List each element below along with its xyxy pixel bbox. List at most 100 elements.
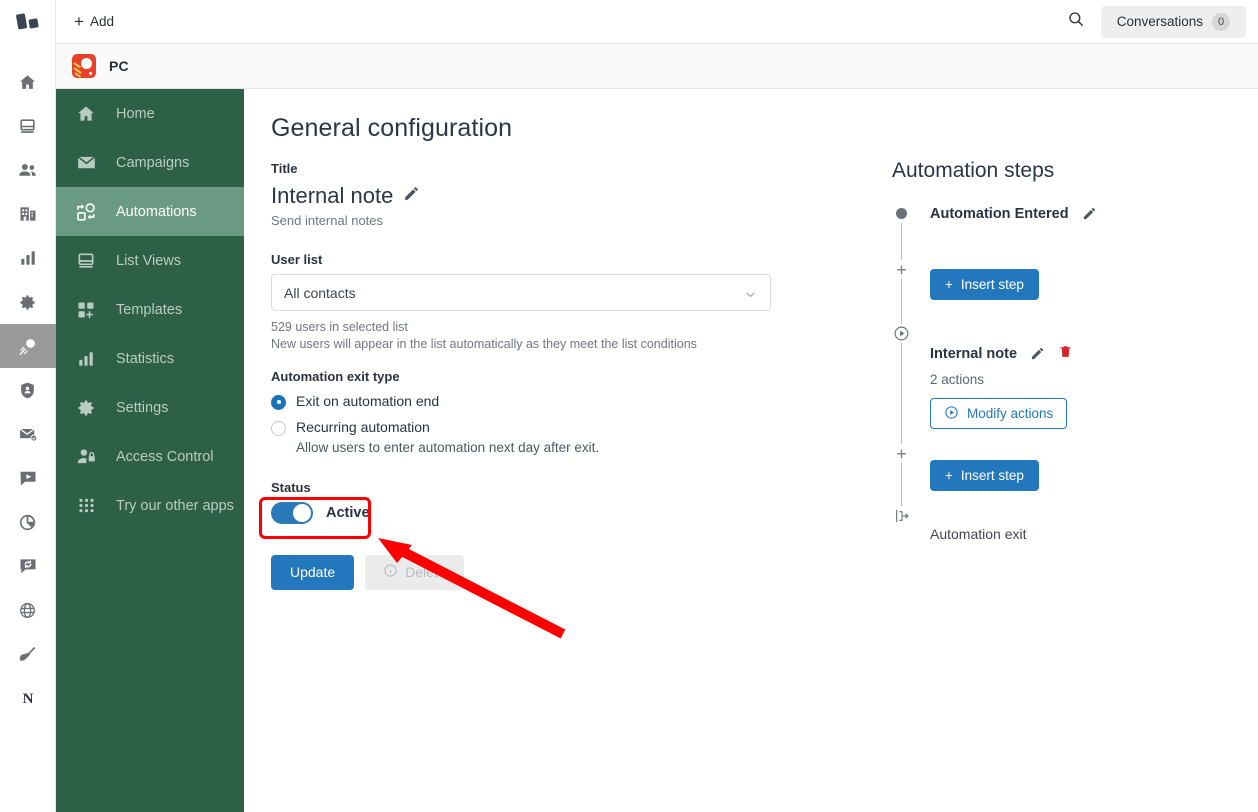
exit-option-exit-on-end[interactable]: Exit on automation end [271, 393, 776, 411]
database-icon [18, 117, 37, 136]
sidebar-item-templates[interactable]: Templates [56, 285, 244, 334]
user-list-select[interactable]: All contacts [271, 274, 771, 311]
status-toggle[interactable] [271, 501, 313, 524]
sidebar-item-label: List Views [116, 252, 182, 269]
sidebar-item-home[interactable]: Home [56, 89, 244, 138]
conversations-button[interactable]: Conversations 0 [1100, 5, 1246, 38]
automation-steps-title: Automation steps [892, 159, 1055, 182]
radio-sublabel: Allow users to enter automation next day… [296, 439, 600, 455]
rail-item-company[interactable] [0, 192, 56, 236]
sidebar-item-label: Automations [116, 203, 197, 220]
insert-step-label: Insert step [960, 277, 1024, 292]
search-icon [1067, 10, 1085, 33]
rail-item-reports[interactable] [0, 500, 56, 544]
step-internal-note: Internal note [930, 344, 1222, 363]
step-name: Automation Entered [930, 205, 1069, 222]
video-chat-icon [18, 468, 38, 488]
exit-option-recurring[interactable]: Recurring automation [271, 419, 776, 437]
main-content: General configuration Title Internal not… [244, 89, 1258, 812]
rail-item-database[interactable] [0, 104, 56, 148]
sidebar-item-label: Settings [116, 399, 169, 416]
sidebar-item-statistics[interactable]: Statistics [56, 334, 244, 383]
sidebar-item-settings[interactable]: Settings [56, 383, 244, 432]
plus-icon: + [945, 468, 953, 483]
trash-icon[interactable] [1058, 344, 1073, 364]
filled-dot-icon [892, 204, 911, 223]
plus-icon: + [74, 12, 84, 31]
envelope-icon [74, 152, 98, 173]
user-list-value: All contacts [284, 284, 356, 301]
bar-chart-icon [19, 249, 37, 267]
people-icon [17, 160, 38, 181]
insert-step-button-bottom[interactable]: + Insert step [930, 460, 1039, 491]
sidebar-item-access-control[interactable]: Access Control [56, 432, 244, 481]
sunrise-app-icon [72, 54, 96, 78]
home-icon [74, 104, 98, 124]
radio-button[interactable] [271, 394, 286, 410]
rail-item-mail[interactable] [0, 412, 56, 456]
rail-item-notion[interactable]: N [0, 676, 56, 720]
grid-dots-icon [74, 496, 98, 515]
plus-node-icon[interactable]: + [892, 444, 911, 463]
pencil-icon[interactable] [403, 185, 420, 207]
automation-timeline: Automation Entered + + Insert step Inter… [892, 204, 1222, 542]
app-root: N + Add Conversations 0 PC Home Campaign… [0, 0, 1258, 812]
delete-button: Delete [365, 554, 464, 590]
app-tab-label: PC [109, 58, 129, 74]
rail-item-home[interactable] [0, 60, 56, 104]
insert-step-button-top[interactable]: + Insert step [930, 269, 1039, 300]
search-button[interactable] [1061, 7, 1091, 37]
company-icon [18, 204, 38, 224]
modify-actions-label: Modify actions [967, 406, 1054, 421]
plus-node-icon[interactable]: + [892, 260, 911, 279]
svg-text:N: N [22, 691, 33, 707]
brand-logo[interactable] [0, 0, 56, 44]
rail-item-video[interactable] [0, 456, 56, 500]
letter-n-icon: N [18, 688, 38, 708]
rail-item-security[interactable] [0, 368, 56, 412]
rail-item-cleanup[interactable] [0, 632, 56, 676]
app-tab-pc[interactable]: PC [56, 44, 145, 89]
home-icon [18, 73, 37, 92]
rail-item-globe[interactable] [0, 588, 56, 632]
sidebar-item-list-views[interactable]: List Views [56, 236, 244, 285]
sidebar-item-label: Try our other apps [116, 497, 234, 514]
helper-line-1: 529 users in selected list [271, 320, 408, 334]
play-circle-icon [892, 324, 911, 343]
radio-button[interactable] [271, 421, 286, 437]
plus-icon: + [945, 277, 953, 292]
sidebar-item-other-apps[interactable]: Try our other apps [56, 481, 244, 530]
title-row: Internal note [271, 183, 776, 209]
sidebar-item-automations[interactable]: Automations [56, 187, 244, 236]
sidebar-item-label: Home [116, 105, 155, 122]
exit-type-label: Automation exit type [271, 368, 400, 384]
conversations-count-badge: 0 [1212, 12, 1230, 31]
chat-refresh-icon [18, 556, 38, 576]
templates-icon [74, 300, 98, 320]
helper-line-2: New users will appear in the list automa… [271, 336, 697, 351]
conversations-label: Conversations [1116, 14, 1203, 29]
automation-title-value: Internal note [271, 183, 394, 208]
rail-item-statistics[interactable] [0, 236, 56, 280]
globe-icon [18, 601, 37, 620]
pencil-icon[interactable] [1030, 346, 1045, 361]
broom-icon [18, 644, 38, 664]
modify-actions-button[interactable]: Modify actions [930, 398, 1068, 429]
pencil-icon[interactable] [1082, 206, 1097, 221]
gear-icon [74, 398, 98, 418]
update-button[interactable]: Update [271, 554, 355, 590]
rail-item-automations[interactable] [0, 324, 56, 368]
rail-item-settings[interactable] [0, 280, 56, 324]
top-bar-right: Conversations 0 [1061, 5, 1258, 38]
sidebar-item-campaigns[interactable]: Campaigns [56, 138, 244, 187]
info-circle-icon [383, 563, 398, 581]
rail-item-chat-sync[interactable] [0, 544, 56, 588]
sidebar-item-label: Access Control [116, 448, 214, 465]
add-button[interactable]: + Add [68, 9, 120, 34]
automation-subtitle: Send internal notes [271, 213, 384, 228]
status-toggle-row: Active [271, 501, 776, 524]
rail-item-people[interactable] [0, 148, 56, 192]
sidebar-item-label: Templates [116, 301, 183, 318]
mail-check-icon [18, 424, 38, 444]
general-configuration-form: Title Internal note Send internal notes … [271, 161, 776, 590]
